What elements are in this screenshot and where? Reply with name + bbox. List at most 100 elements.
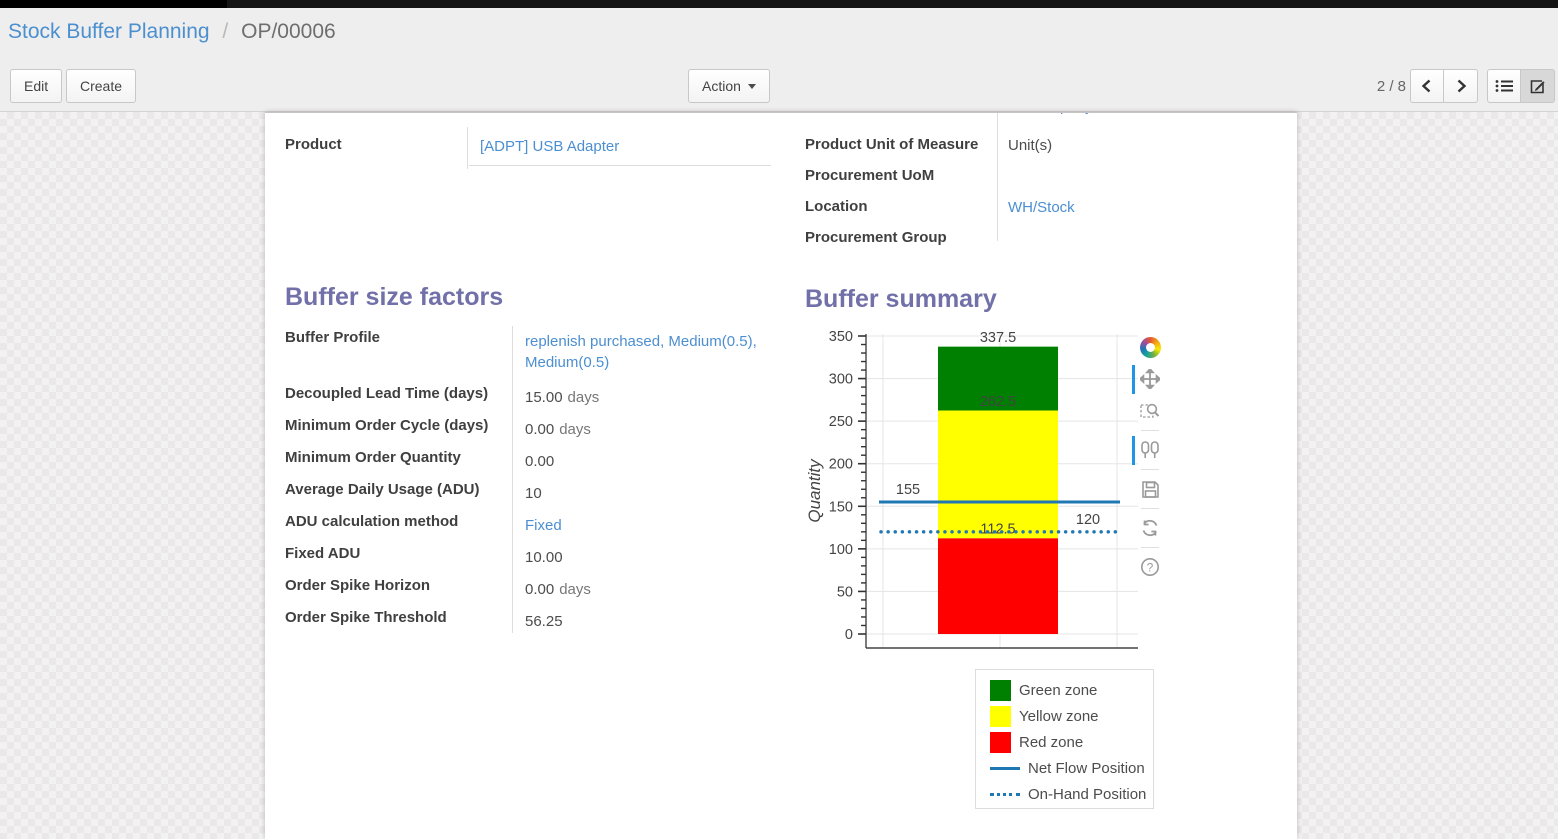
field-value: 15.00 days <box>513 382 781 414</box>
field-row: Decoupled Lead Time (days) 15.00 days <box>285 382 785 414</box>
svg-text:250: 250 <box>829 414 853 430</box>
buffer-size-factors-group: Buffer Profilereplenish purchased, Mediu… <box>285 326 785 638</box>
field-label: Order Spike Threshold <box>285 606 513 638</box>
product-field-label: Product <box>285 133 468 155</box>
list-icon <box>1495 79 1513 93</box>
svg-text:0: 0 <box>845 627 853 643</box>
form-view-button[interactable] <box>1521 69 1555 103</box>
list-view-button[interactable] <box>1487 69 1521 103</box>
legend-item[interactable]: Yellow zone <box>990 703 1153 729</box>
field-row: Location WH/Stock <box>805 195 1285 226</box>
legend-item[interactable]: Green zone <box>990 677 1153 703</box>
svg-text:300: 300 <box>829 372 853 388</box>
breadcrumb-separator: / <box>215 20 235 43</box>
field-value-link[interactable]: replenish purchased, Medium(0.5), Medium… <box>525 333 757 371</box>
field-unit: days <box>559 421 591 438</box>
breadcrumb: Stock Buffer Planning / OP/00006 <box>8 20 336 44</box>
field-label: Minimum Order Cycle (days) <box>285 414 513 446</box>
system-top-bar <box>0 0 1558 8</box>
pager-next-button[interactable] <box>1444 69 1478 103</box>
legend-line-swatch <box>990 793 1020 796</box>
field-row: Procurement UoM <box>805 164 1285 195</box>
field-label: Decoupled Lead Time (days) <box>285 382 513 414</box>
field-label: Procurement UoM <box>805 164 997 195</box>
chevron-down-icon <box>748 84 756 89</box>
field-row: Fixed ADU10.00 <box>285 542 785 574</box>
svg-text:150: 150 <box>829 499 853 515</box>
legend-swatch <box>990 680 1011 701</box>
reset-axes-icon[interactable] <box>1139 517 1161 539</box>
field-value-link[interactable]: Fixed <box>525 517 562 534</box>
field-value-link[interactable]: WH/Stock <box>1008 199 1075 216</box>
field-value: 10.00 <box>513 542 781 574</box>
legend-item[interactable]: Red zone <box>990 729 1153 755</box>
field-value-text: 0.00 <box>525 421 554 438</box>
pager-previous-button[interactable] <box>1410 69 1444 103</box>
control-panel: Stock Buffer Planning / OP/00006 Edit Cr… <box>0 8 1558 112</box>
svg-text:337.5: 337.5 <box>980 330 1016 346</box>
product-field-value-link[interactable]: [ADPT] USB Adapter <box>480 138 619 155</box>
legend-item[interactable]: Net Flow Position <box>990 755 1153 781</box>
field-label: Location <box>805 195 997 226</box>
field-value-text: Unit(s) <box>1008 137 1052 154</box>
field-value-text: 10 <box>525 485 542 502</box>
field-value: Fixed <box>513 510 781 542</box>
edit-button[interactable]: Edit <box>10 69 62 103</box>
field-row: Order Spike Threshold56.25 <box>285 606 785 638</box>
legend-label: Red zone <box>1019 734 1083 751</box>
pan-icon[interactable] <box>1139 368 1161 390</box>
action-dropdown-label: Action <box>702 78 741 94</box>
field-value: WH/Stock <box>997 195 1075 226</box>
svg-text:200: 200 <box>829 457 853 473</box>
legend-item[interactable]: On-Hand Position <box>990 781 1153 807</box>
action-dropdown-button[interactable]: Action <box>688 69 770 103</box>
field-row: Minimum Order Quantity 0.00 <box>285 446 785 478</box>
modebar-active-indicator <box>1132 436 1135 465</box>
system-top-bar-segment <box>0 0 227 8</box>
buffer-size-factors-title: Buffer size factors <box>285 283 503 312</box>
field-row: Product Unit of MeasureUnit(s) <box>805 133 1285 164</box>
svg-text:Quantity: Quantity <box>805 458 824 523</box>
field-row: Minimum Order Cycle (days) 0.00 days <box>285 414 785 446</box>
zoom-box-icon[interactable] <box>1139 400 1161 422</box>
form-background: pany Product [ADPT] USB Adapter Product … <box>0 112 1558 839</box>
field-value: 0.00 <box>513 446 781 478</box>
edit-pencil-icon <box>1529 78 1546 95</box>
legend-label: On-Hand Position <box>1028 786 1146 803</box>
compare-hover-icon[interactable] <box>1139 439 1161 461</box>
plotly-logo-icon[interactable] <box>1139 336 1161 358</box>
breadcrumb-current: OP/00006 <box>241 20 336 43</box>
field-value: 56.25 <box>513 606 781 638</box>
svg-text:350: 350 <box>829 329 853 345</box>
field-underline <box>469 165 771 166</box>
svg-text:262.5: 262.5 <box>980 394 1016 410</box>
field-value-text: 15.00 <box>525 389 563 406</box>
field-unit: days <box>568 389 600 406</box>
field-value-text: 0.00 <box>525 453 554 470</box>
field-label: Minimum Order Quantity <box>285 446 513 478</box>
field-label: Average Daily Usage (ADU) <box>285 478 513 510</box>
field-row: ADU calculation methodFixed <box>285 510 785 542</box>
save-icon[interactable] <box>1139 478 1161 500</box>
pager-count: 2 / 8 <box>1368 78 1406 95</box>
field-row: Buffer Profilereplenish purchased, Mediu… <box>285 326 785 382</box>
field-value: 10 <box>513 478 781 510</box>
breadcrumb-parent-link[interactable]: Stock Buffer Planning <box>8 20 210 43</box>
field-value-text: 0.00 <box>525 581 554 598</box>
buffer-summary-chart[interactable]: 050100150200250300350Quantity112.5262.53… <box>800 321 1160 661</box>
view-switcher <box>1487 69 1555 103</box>
field-label: Fixed ADU <box>285 542 513 574</box>
field-row: Order Spike Horizon0.00days <box>285 574 785 606</box>
product-info-group: Product Unit of MeasureUnit(s)Procuremen… <box>805 133 1285 257</box>
create-button[interactable]: Create <box>66 69 136 103</box>
field-value: replenish purchased, Medium(0.5), Medium… <box>513 326 781 382</box>
field-value: 0.00days <box>513 574 781 606</box>
svg-text:112.5: 112.5 <box>980 522 1015 538</box>
help-icon[interactable]: ? <box>1139 556 1161 578</box>
field-row: Procurement Group <box>805 226 1285 257</box>
chevron-right-icon <box>1454 78 1468 94</box>
field-label: Order Spike Horizon <box>285 574 513 606</box>
svg-text:120: 120 <box>1076 512 1100 528</box>
modebar-separator <box>1141 430 1159 431</box>
chart-modebar: ? <box>1138 331 1162 583</box>
